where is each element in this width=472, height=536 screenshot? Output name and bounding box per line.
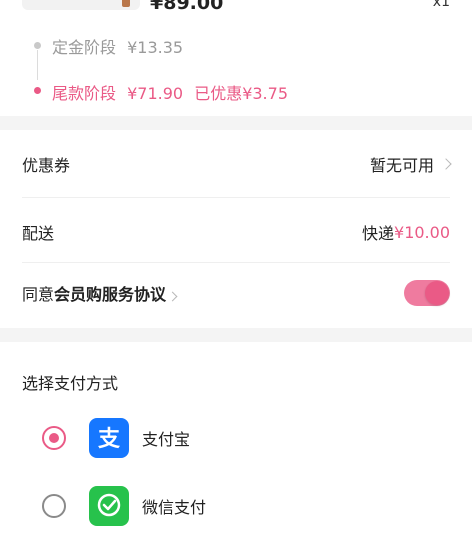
deposit-stage: 定金阶段 ¥13.35 [52,34,183,58]
divider [22,197,450,198]
wechat-pay-icon [89,486,129,526]
coupon-label: 优惠券 [22,156,71,175]
agreement-link[interactable]: 会员购服务协议 [54,285,166,304]
product-price: ¥89.00 [150,0,224,14]
section-separator [0,116,472,130]
final-stage-label: 尾款阶段 [52,84,117,103]
payment-option-label: 支付宝 [142,430,191,449]
payment-option-label: 微信支付 [142,498,207,517]
radio-selected-icon[interactable] [42,426,66,450]
agreement-text: 同意会员购服务协议 [22,281,178,305]
payment-option-alipay[interactable]: 支 支付宝 [0,408,472,468]
chevron-right-icon [167,291,178,302]
delivery-row: 配送 快递 ¥10.00 [0,204,472,260]
alipay-icon: 支 [89,418,129,458]
delivery-fee: ¥10.00 [394,222,450,242]
divider [22,262,450,263]
stage-connector-line [37,50,38,80]
agreement-prefix: 同意 [22,285,55,304]
toggle-knob [425,281,449,305]
final-stage-dot-icon [34,87,41,94]
final-stage-discount: 已优惠¥3.75 [194,84,288,103]
product-badge-icon [122,0,130,7]
agreement-toggle[interactable] [404,280,450,306]
deposit-stage-amount: ¥13.35 [127,38,184,57]
payment-section-title: 选择支付方式 [22,374,119,393]
final-stage: 尾款阶段 ¥71.90 已优惠¥3.75 [52,80,288,104]
coupon-row[interactable]: 优惠券 暂无可用 [0,136,472,192]
coupon-value: 暂无可用 [369,152,452,176]
order-summary-card: ¥89.00 x1 定金阶段 ¥13.35 尾款阶段 ¥71.90 已优惠¥3.… [0,0,472,116]
deposit-stage-dot-icon [34,42,41,49]
section-separator [0,328,472,342]
deposit-stage-label: 定金阶段 [52,38,117,57]
delivery-label: 配送 [22,224,55,243]
radio-unselected-icon[interactable] [42,494,66,518]
delivery-method: 快递 [362,224,395,243]
coupon-status: 暂无可用 [369,156,434,175]
payment-option-wechat[interactable]: 微信支付 [0,476,472,536]
final-stage-amount: ¥71.90 [127,84,184,103]
agreement-row: 同意会员购服务协议 [0,265,472,321]
product-quantity: x1 [432,0,450,10]
chevron-right-icon [440,158,452,170]
delivery-value: 快递 ¥10.00 [362,220,450,244]
svg-text:支: 支 [98,427,121,452]
